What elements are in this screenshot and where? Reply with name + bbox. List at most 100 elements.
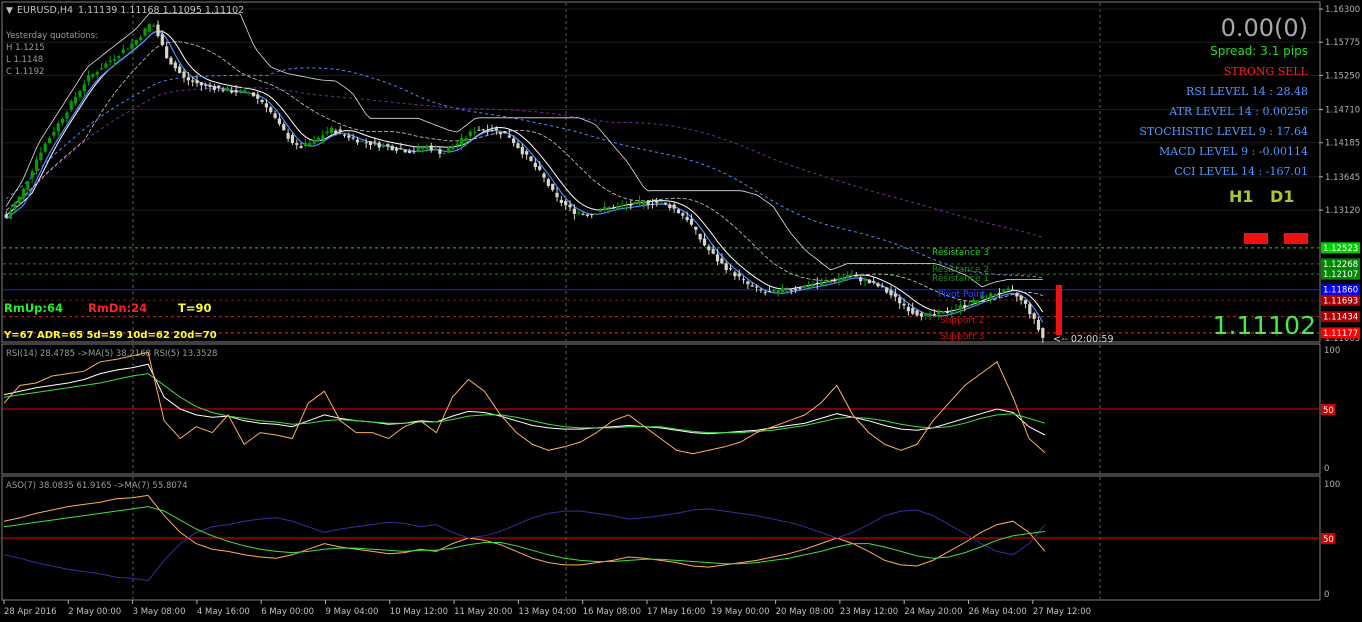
candle-body-147 (642, 201, 646, 206)
r3-label: Resistance 3 (932, 248, 989, 258)
time-tick-label-12: 20 May 08:00 (776, 607, 834, 617)
candle-body-183 (798, 287, 802, 289)
candle-body-229 (997, 292, 1002, 294)
candle-body-194 (846, 274, 850, 278)
candle-body-70 (308, 143, 312, 146)
candle-body-93 (407, 150, 412, 153)
candle-body-193 (841, 276, 845, 281)
candle-body-43 (191, 80, 195, 82)
candle-body-135 (590, 214, 594, 216)
candle-body-175 (763, 292, 767, 294)
candle-body-105 (460, 137, 464, 146)
aso-bear-line (3, 508, 1046, 582)
candle-body-45 (199, 82, 203, 86)
candle-body-128 (559, 199, 563, 203)
candle-body-112 (490, 130, 494, 132)
candle-body-57 (251, 92, 256, 97)
candle-body-140 (611, 207, 616, 209)
candle-body-227 (989, 293, 993, 299)
candle-body-36 (160, 34, 164, 45)
candle-body-202 (880, 286, 884, 288)
candle-body-67 (295, 143, 299, 145)
candle-body-4 (21, 188, 26, 199)
trading-chart[interactable]: 1.16300 1.15775 1.15250 1.14710 1.14185 1.136… (0, 0, 1362, 622)
candle-body-215 (937, 311, 941, 315)
candle-body-48 (212, 85, 216, 90)
candle-body-104 (455, 143, 459, 146)
candle-body-40 (178, 66, 182, 73)
candle-body-132 (577, 212, 581, 214)
candle-body-165 (720, 258, 724, 264)
candle-body-192 (837, 278, 841, 281)
candle-body-190 (828, 281, 832, 283)
candle-body-172 (750, 285, 754, 287)
candle-body-35 (156, 24, 160, 37)
candle-body-171 (746, 281, 750, 285)
candle-body-144 (629, 204, 633, 206)
candle-body-38 (169, 57, 173, 65)
menu-glyph-icon[interactable]: ▼ (6, 6, 13, 16)
candle-body-114 (499, 132, 503, 135)
candle-body-186 (811, 284, 815, 287)
candle-body-92 (403, 149, 407, 153)
ma-white-dashed (5, 41, 1043, 303)
candle-body-213 (928, 313, 932, 317)
candle-body-134 (585, 214, 589, 216)
candle-body-174 (759, 289, 763, 291)
candle-body-82 (360, 140, 364, 142)
aso-tick-100: 100 (1324, 480, 1340, 490)
candle-body-42 (186, 77, 190, 81)
candle-body-108 (473, 131, 477, 133)
candle-body-196 (854, 275, 858, 277)
candle-body-20 (91, 73, 95, 77)
time-tick-label-13: 23 May 12:00 (840, 607, 898, 617)
candle-body-37 (165, 46, 169, 59)
t-label: T=90 (178, 301, 211, 315)
candle-body-236 (1028, 303, 1032, 315)
candle-body-113 (494, 128, 498, 131)
candle-body-150 (655, 200, 659, 203)
candle-body-103 (451, 146, 455, 150)
candle-body-234 (1019, 295, 1023, 301)
time-tick-label-1: 2 May 00:00 (68, 607, 121, 617)
candle-body-53 (234, 90, 238, 93)
rsi-tick-100: 100 (1324, 346, 1340, 356)
candle-body-212 (924, 312, 928, 316)
candle-body-95 (416, 147, 420, 151)
candle-body-145 (633, 201, 637, 205)
s3-label: Support 3 (940, 332, 984, 342)
candle-body-71 (312, 139, 316, 144)
horizontal-grid (3, 8, 1319, 211)
candle-body-209 (911, 308, 915, 314)
candle-body-137 (598, 211, 603, 213)
time-tick-label-6: 10 May 12:00 (390, 607, 448, 617)
candle-body-201 (876, 283, 880, 287)
candle-body-129 (564, 200, 568, 206)
symbol-label: EURUSD,H4 (17, 5, 73, 16)
candle-body-84 (368, 141, 373, 146)
candle-body-58 (256, 94, 260, 99)
time-tick-label-14: 24 May 20:00 (904, 607, 962, 617)
candle-body-198 (863, 279, 867, 281)
candle-body-156 (681, 213, 685, 216)
candles (4, 20, 1045, 343)
candle-body-138 (603, 206, 607, 210)
candle-body-49 (217, 85, 221, 88)
yesterday-title: Yesterday quotations: (5, 31, 98, 41)
candle-body-148 (646, 201, 650, 205)
candle-body-180 (785, 290, 789, 292)
candle-body-21 (95, 72, 99, 75)
candle-body-65 (286, 132, 290, 139)
candle-body-9 (43, 143, 47, 152)
candle-body-63 (277, 118, 282, 124)
price-tick-label-5: 1.13645 (1325, 173, 1360, 183)
time-tick-label-16: 27 May 12:00 (1033, 607, 1091, 617)
price-tag-label-1: 1.12268 (1323, 260, 1358, 270)
atr-level: ATR LEVEL 14 : 0.00256 (1168, 105, 1308, 118)
candle-body-28 (126, 48, 130, 50)
candle-body-72 (316, 137, 321, 142)
candle-body-222 (967, 305, 971, 307)
candle-body-18 (82, 84, 86, 92)
candle-body-60 (264, 103, 269, 108)
time-tick-label-4: 6 May 00:00 (261, 607, 314, 617)
